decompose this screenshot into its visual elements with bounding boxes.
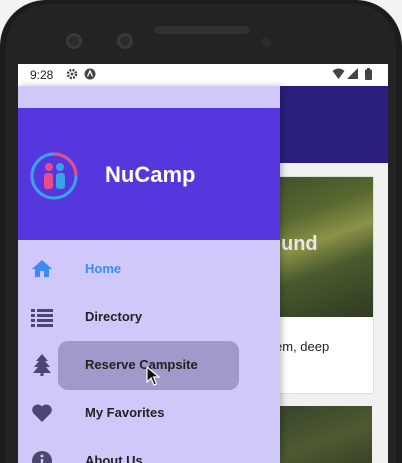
- navigation-drawer: NuCamp Home Directory Reserve Campsite M…: [18, 86, 280, 463]
- drawer-item-label: My Favorites: [85, 405, 165, 420]
- front-camera-icon: [66, 33, 82, 49]
- info-icon: [30, 449, 54, 463]
- status-time: 9:28: [30, 68, 54, 82]
- earpiece-speaker: [154, 26, 250, 34]
- battery-icon: [365, 68, 372, 83]
- front-camera-icon: [117, 33, 133, 49]
- tree-icon: [30, 353, 54, 377]
- drawer-item-about-us[interactable]: About Us: [18, 439, 280, 463]
- drawer-header: NuCamp: [18, 108, 280, 240]
- drawer-item-home[interactable]: Home: [18, 247, 280, 291]
- heart-icon: [30, 401, 54, 425]
- mouse-cursor-icon: [146, 365, 162, 386]
- device-screen: round em, deep 9:28 NuCamp Home Director…: [18, 64, 388, 463]
- brand-title: NuCamp: [105, 162, 196, 187]
- drawer-item-label: Directory: [85, 309, 143, 324]
- wifi-icon: [332, 68, 345, 83]
- drawer-item-label: Home: [85, 261, 122, 276]
- app-notification-icon: [84, 68, 96, 83]
- signal-icon: [347, 68, 358, 83]
- gear-icon: [66, 68, 78, 83]
- proximity-sensor: [261, 37, 271, 47]
- drawer-item-directory[interactable]: Directory: [18, 295, 280, 339]
- drawer-item-label: About Us: [85, 453, 143, 463]
- list-icon: [30, 305, 54, 329]
- drawer-item-my-favorites[interactable]: My Favorites: [18, 391, 280, 435]
- nucamp-logo-icon: [30, 152, 78, 200]
- drawer-item-label: Reserve Campsite: [85, 357, 198, 372]
- phone-bezel: round em, deep 9:28 NuCamp Home Director…: [0, 0, 402, 463]
- drawer-top-strip: [18, 86, 280, 108]
- card-text: em, deep: [275, 339, 330, 354]
- status-bar: 9:28: [18, 64, 388, 86]
- home-icon: [30, 257, 54, 281]
